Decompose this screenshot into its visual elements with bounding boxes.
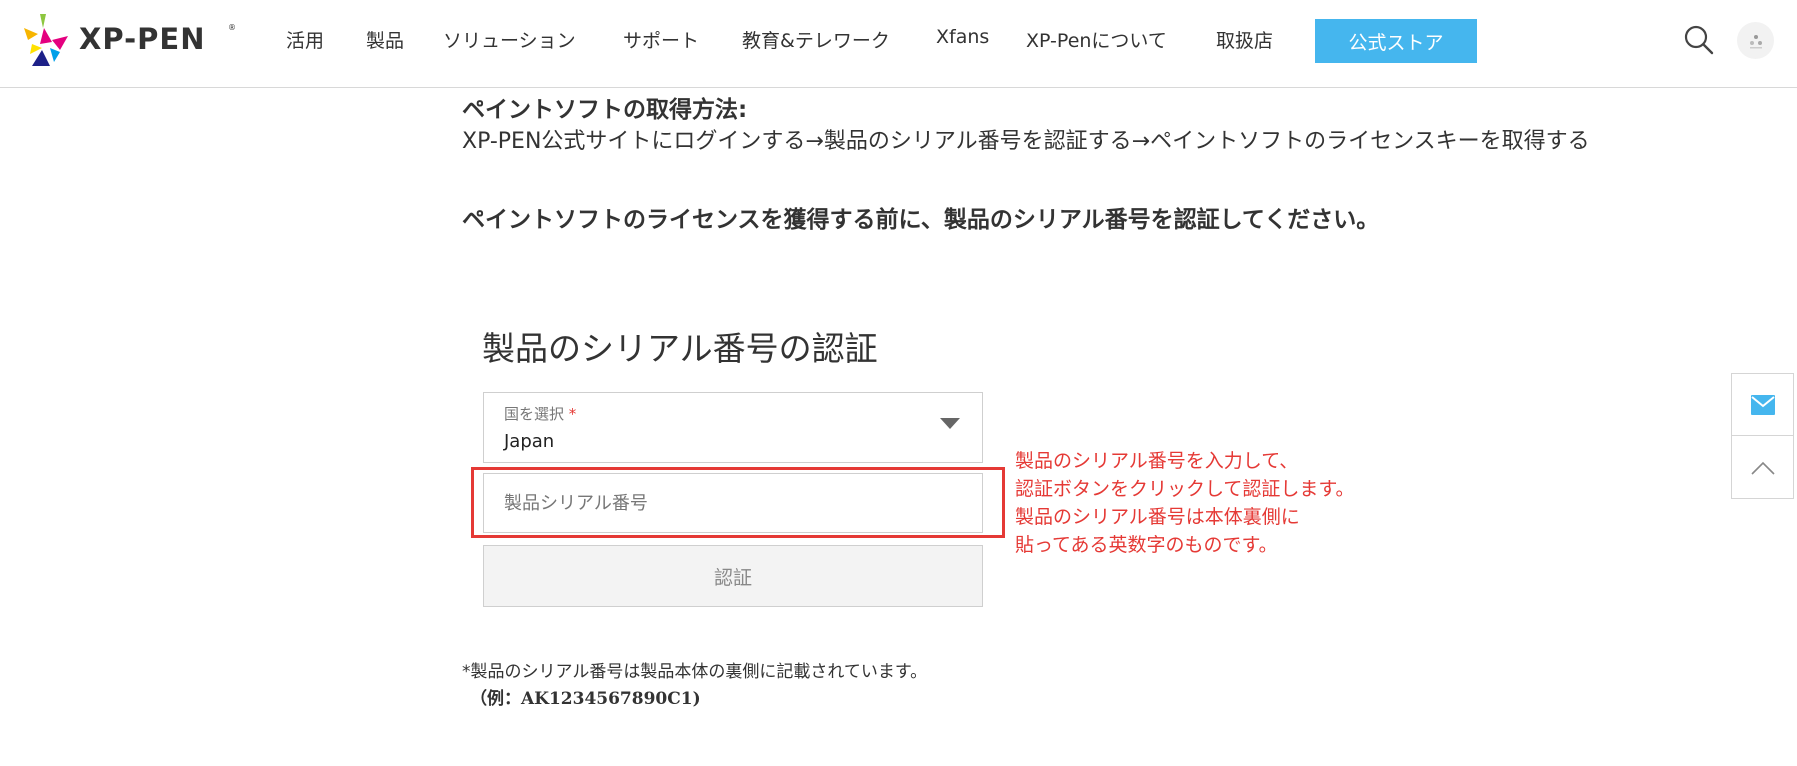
logo-registered-mark: ®	[228, 23, 236, 32]
back-to-top-button[interactable]	[1732, 437, 1793, 499]
how-to-get-heading: ペイントソフトの取得方法:	[462, 97, 748, 123]
official-store-button[interactable]: 公式ストア	[1315, 19, 1477, 63]
country-select-label: 国を選択 *	[504, 405, 577, 423]
logo-mark-icon	[24, 14, 68, 66]
chevron-up-icon	[1750, 461, 1775, 475]
contact-mail-button[interactable]	[1732, 374, 1793, 436]
verify-button[interactable]: 認証	[483, 545, 983, 607]
dropdown-arrow-icon	[940, 418, 960, 429]
annotation-line: 貼ってある英数字のものです。	[1015, 534, 1278, 556]
form-title: 製品のシリアル番号の認証	[482, 329, 878, 368]
xp-pen-logo[interactable]: XP-PEN ®	[24, 14, 244, 70]
annotation-line: 製品のシリアル番号を入力して、	[1015, 450, 1299, 472]
country-select[interactable]: 国を選択 * Japan	[483, 392, 983, 463]
floating-side-panel	[1731, 373, 1794, 499]
site-header: XP-PEN ® 活用 製品 ソリューション サポート 教育&テレワーク Xfa…	[0, 0, 1797, 88]
avatar[interactable]	[1737, 22, 1774, 59]
nav-item-support[interactable]: サポート	[623, 26, 699, 53]
search-icon[interactable]	[1684, 25, 1714, 55]
nav-item-solutions[interactable]: ソリューション	[443, 26, 576, 53]
nav-item-xfans[interactable]: Xfans	[936, 26, 989, 48]
country-select-value: Japan	[504, 431, 555, 452]
license-notice-heading: ペイントソフトのライセンスを獲得する前に、製品のシリアル番号を認証してください。	[462, 207, 1380, 233]
nav-item-dealers[interactable]: 取扱店	[1216, 26, 1273, 53]
mail-icon	[1750, 394, 1775, 415]
instruction-annotation: 製品のシリアル番号を入力して、 認証ボタンをクリックして認証します。 製品のシリ…	[1015, 447, 1355, 559]
required-mark: *	[568, 405, 577, 423]
logo-text: XP-PEN	[79, 22, 206, 56]
nav-item-usage[interactable]: 活用	[286, 26, 324, 53]
nav-item-about[interactable]: XP-Penについて	[1026, 26, 1167, 53]
serial-number-input[interactable]	[483, 473, 983, 533]
how-to-get-steps: XP-PEN公式サイトにログインする→製品のシリアル番号を認証する→ペイントソフ…	[462, 129, 1590, 154]
serial-location-note: *製品のシリアル番号は製品本体の裏側に記載されています。	[462, 662, 928, 682]
nav-item-products[interactable]: 製品	[366, 26, 404, 53]
annotation-line: 認証ボタンをクリックして認証します。	[1015, 478, 1355, 500]
user-icon	[1749, 34, 1762, 48]
serial-example: （例：AK1234567890C1)	[470, 689, 701, 709]
nav-item-education[interactable]: 教育&テレワーク	[742, 26, 890, 53]
annotation-line: 製品のシリアル番号は本体裏側に	[1015, 506, 1300, 528]
